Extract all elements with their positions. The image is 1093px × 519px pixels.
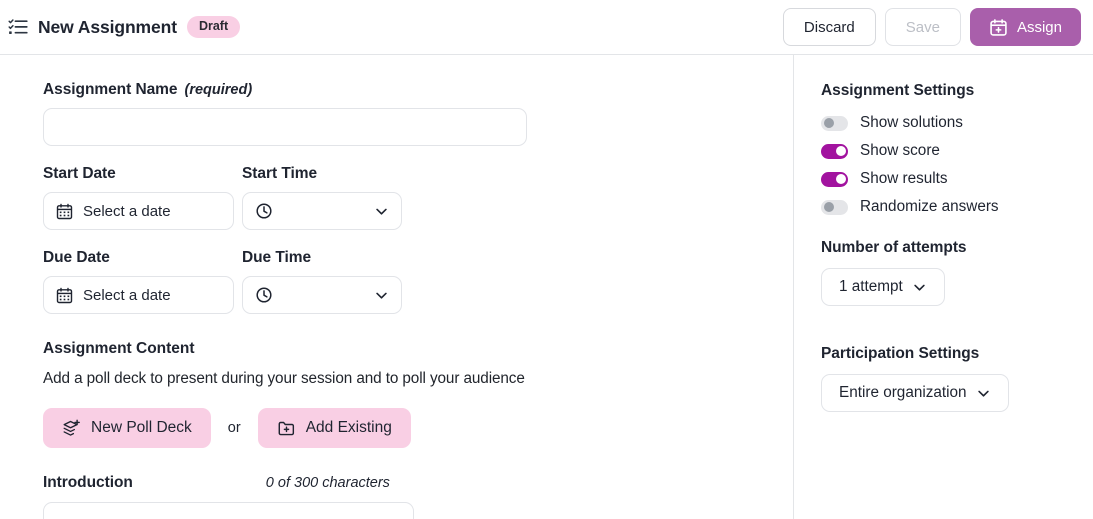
participation-settings-title: Participation Settings xyxy=(821,345,980,362)
chevron-down-icon xyxy=(374,288,389,303)
chevron-down-icon xyxy=(912,280,927,295)
clock-icon xyxy=(255,202,273,220)
show-results-switch[interactable] xyxy=(821,171,848,187)
assign-button-label: Assign xyxy=(1016,18,1062,36)
assignment-name-input[interactable] xyxy=(43,108,527,146)
due-time-label: Due Time xyxy=(242,249,312,266)
introduction-textarea[interactable] xyxy=(43,502,414,519)
header-actions: Discard Save Assign xyxy=(782,8,1081,46)
start-datetime-row: Start Date Select a date Start Time xyxy=(43,165,793,230)
new-poll-deck-button[interactable]: New Poll Deck xyxy=(43,408,211,448)
introduction-header-row: Introduction 0 of 300 characters xyxy=(43,474,463,492)
folder-plus-icon xyxy=(277,419,296,438)
participation-settings-select[interactable]: Entire organization xyxy=(821,374,1009,412)
start-date-picker[interactable]: Select a date xyxy=(43,192,234,230)
add-existing-button[interactable]: Add Existing xyxy=(257,408,411,448)
show-score-switch[interactable] xyxy=(821,143,848,159)
clock-icon xyxy=(255,286,273,304)
assignment-name-field: Assignment Name (required) xyxy=(43,81,793,146)
assign-button[interactable]: Assign xyxy=(969,8,1081,46)
number-of-attempts-title: Number of attempts xyxy=(821,239,967,256)
status-badge: Draft xyxy=(186,16,241,38)
header-left-group: New Assignment Draft xyxy=(8,16,783,38)
start-date-label: Start Date xyxy=(43,165,116,182)
show-solutions-label: Show solutions xyxy=(860,114,963,131)
toggle-row-show-solutions[interactable]: Show solutions xyxy=(821,109,1093,137)
chevron-down-icon xyxy=(976,386,991,401)
start-date-field: Start Date Select a date xyxy=(43,165,242,230)
randomize-answers-label: Randomize answers xyxy=(860,198,999,215)
assignment-form-pane: Assignment Name (required) Start Date Se… xyxy=(0,55,794,519)
add-existing-label: Add Existing xyxy=(305,419,392,436)
toggle-row-show-score[interactable]: Show score xyxy=(821,137,1093,165)
task-list-icon xyxy=(8,17,28,37)
calendar-plus-icon xyxy=(989,18,1008,37)
due-datetime-row: Due Date Select a date Due Time xyxy=(43,249,793,314)
settings-pane: Assignment Settings Show solutions Show … xyxy=(794,55,1093,519)
assignment-name-label: Assignment Name xyxy=(43,81,178,98)
due-time-field: Due Time xyxy=(242,249,442,314)
discard-button[interactable]: Discard xyxy=(782,8,876,46)
introduction-label: Introduction xyxy=(43,474,133,491)
calendar-icon xyxy=(56,203,73,220)
assignment-settings-title: Assignment Settings xyxy=(821,82,975,99)
new-poll-deck-label: New Poll Deck xyxy=(91,419,192,436)
introduction-character-count: 0 of 300 characters xyxy=(265,475,390,491)
due-date-field: Due Date Select a date xyxy=(43,249,242,314)
layers-plus-icon xyxy=(62,419,81,438)
or-separator: or xyxy=(227,420,241,436)
app-header: New Assignment Draft Discard Save Assign xyxy=(0,0,1093,55)
show-results-label: Show results xyxy=(860,170,948,187)
chevron-down-icon xyxy=(374,204,389,219)
due-date-picker[interactable]: Select a date xyxy=(43,276,234,314)
assignment-settings-toggles: Show solutions Show score Show results R… xyxy=(821,109,1093,221)
start-date-value: Select a date xyxy=(83,202,171,220)
toggle-row-randomize-answers[interactable]: Randomize answers xyxy=(821,193,1093,221)
show-solutions-switch[interactable] xyxy=(821,115,848,131)
randomize-answers-switch[interactable] xyxy=(821,199,848,215)
calendar-icon xyxy=(56,287,73,304)
assignment-name-label-row: Assignment Name (required) xyxy=(43,81,793,99)
toggle-row-show-results[interactable]: Show results xyxy=(821,165,1093,193)
number-of-attempts-select[interactable]: 1 attempt xyxy=(821,268,945,306)
assignment-content-description: Add a poll deck to present during your s… xyxy=(43,370,525,387)
page-title: New Assignment xyxy=(38,16,177,37)
due-date-label: Due Date xyxy=(43,249,110,266)
due-time-select[interactable] xyxy=(242,276,402,314)
due-date-value: Select a date xyxy=(83,286,171,304)
assignment-content-heading: Assignment Content xyxy=(43,340,195,357)
show-score-label: Show score xyxy=(860,142,940,159)
required-note: (required) xyxy=(184,82,253,98)
content-actions-row: New Poll Deck or Add Existing xyxy=(43,408,793,448)
start-time-label: Start Time xyxy=(242,165,318,182)
save-button[interactable]: Save xyxy=(884,8,961,46)
start-time-field: Start Time xyxy=(242,165,442,230)
page-body: Assignment Name (required) Start Date Se… xyxy=(0,55,1093,519)
participation-settings-value: Entire organization xyxy=(839,384,967,401)
start-time-select[interactable] xyxy=(242,192,402,230)
number-of-attempts-value: 1 attempt xyxy=(839,278,903,295)
